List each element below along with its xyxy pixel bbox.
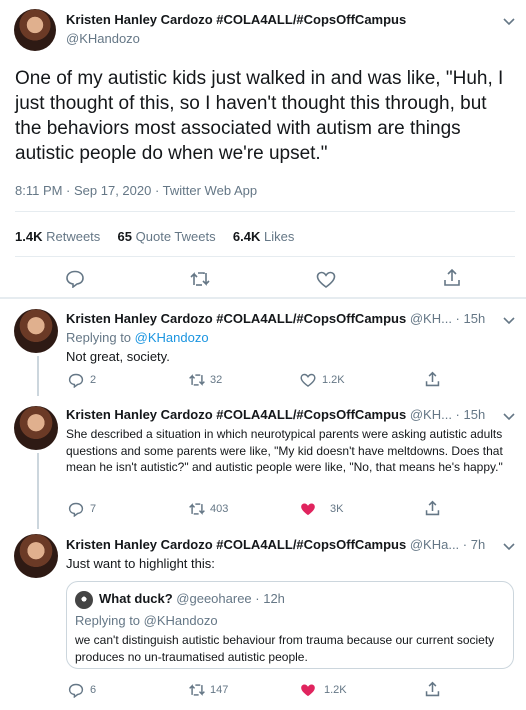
reply-count: 2 xyxy=(90,374,97,386)
divider xyxy=(15,211,515,212)
likes-count: 6.4K xyxy=(232,229,261,244)
handle-time[interactable]: @KH... · 15h xyxy=(410,311,485,326)
reply-count: 7 xyxy=(90,503,97,515)
like-icon-active[interactable] xyxy=(300,502,316,517)
quoted-tweet[interactable]: What duck? @geeoharee · 12h Replying to … xyxy=(66,581,514,669)
reply-icon[interactable] xyxy=(68,373,84,388)
replying-prefix: Replying to xyxy=(66,330,132,345)
quoted-text: we can't distinguish autistic behaviour … xyxy=(75,633,495,664)
reply-text: Not great, society. xyxy=(66,349,170,364)
quotes-stat[interactable]: 65 Quote Tweets xyxy=(118,229,220,244)
like-count: 1.2K xyxy=(322,374,345,386)
retweet-icon[interactable] xyxy=(188,502,206,516)
like-count: 1.2K xyxy=(324,684,347,696)
reply-header: Kristen Hanley Cardozo #COLA4ALL/#CopsOf… xyxy=(66,311,485,326)
reply-count: 6 xyxy=(90,684,97,696)
like-count: 3K xyxy=(330,503,344,515)
handle-time[interactable]: @KHa... · 7h xyxy=(410,537,485,552)
tweet-stats: 1.4K Retweets 65 Quote Tweets 6.4K Likes xyxy=(15,229,294,244)
avatar[interactable] xyxy=(14,309,58,353)
avatar[interactable] xyxy=(14,406,58,450)
thread-line xyxy=(37,453,39,529)
author-name[interactable]: Kristen Hanley Cardozo #COLA4ALL/#CopsOf… xyxy=(66,12,406,27)
reply-icon[interactable] xyxy=(68,683,84,698)
retweet-count: 32 xyxy=(210,374,223,386)
tweet-text: One of my autistic kids just walked in a… xyxy=(15,68,504,164)
author-handle[interactable]: @KHandozo xyxy=(66,31,140,46)
reply-header: Kristen Hanley Cardozo #COLA4ALL/#CopsOf… xyxy=(66,407,485,422)
like-icon[interactable] xyxy=(316,271,336,289)
retweet-icon[interactable] xyxy=(188,683,206,697)
section-divider xyxy=(0,297,526,299)
author-name[interactable]: Kristen Hanley Cardozo #COLA4ALL/#CopsOf… xyxy=(66,311,406,326)
retweet-icon[interactable] xyxy=(189,271,211,287)
quotes-label: Quote Tweets xyxy=(135,229,216,244)
quoted-header: What duck? @geeoharee · 12h xyxy=(99,591,285,606)
reply-icon[interactable] xyxy=(65,270,85,288)
reply-icon[interactable] xyxy=(68,502,84,517)
like-icon[interactable] xyxy=(300,373,316,388)
quoted-avatar xyxy=(75,591,93,609)
author-name[interactable]: Kristen Hanley Cardozo #COLA4ALL/#CopsOf… xyxy=(66,537,406,552)
share-icon[interactable] xyxy=(424,371,441,388)
retweet-count: 147 xyxy=(210,684,229,696)
avatar[interactable] xyxy=(14,9,56,51)
replying-handle: @KHandozo xyxy=(143,613,218,628)
reply-header: Kristen Hanley Cardozo #COLA4ALL/#CopsOf… xyxy=(66,537,485,552)
like-icon-active[interactable] xyxy=(300,683,316,698)
author-name[interactable]: Kristen Hanley Cardozo #COLA4ALL/#CopsOf… xyxy=(66,407,406,422)
share-icon[interactable] xyxy=(424,500,441,517)
likes-stat[interactable]: 6.4K Likes xyxy=(233,229,294,244)
quotes-count: 65 xyxy=(117,229,133,244)
quoted-replying-to: Replying to @KHandozo xyxy=(75,613,218,628)
quoted-author-name: What duck? xyxy=(99,591,173,606)
divider xyxy=(15,256,515,257)
chevron-down-icon[interactable] xyxy=(502,539,516,551)
chevron-down-icon[interactable] xyxy=(502,313,516,325)
tweet-timestamp[interactable]: 8:11 PM · Sep 17, 2020 · Twitter Web App xyxy=(15,183,257,198)
replying-prefix: Replying to xyxy=(75,613,141,628)
thread-line xyxy=(37,356,39,396)
retweets-stat[interactable]: 1.4K Retweets xyxy=(15,229,104,244)
retweet-count: 403 xyxy=(210,503,229,515)
share-icon[interactable] xyxy=(424,681,441,698)
likes-label: Likes xyxy=(263,229,295,244)
retweet-icon[interactable] xyxy=(188,373,206,387)
retweets-count: 1.4K xyxy=(15,229,43,244)
chevron-down-icon[interactable] xyxy=(502,409,516,421)
chevron-down-icon[interactable] xyxy=(502,14,516,26)
retweets-label: Retweets xyxy=(46,229,101,244)
reply-text: She described a situation in which neuro… xyxy=(66,427,503,474)
replying-handle[interactable]: @KHandozo xyxy=(135,330,209,345)
replying-to: Replying to @KHandozo xyxy=(66,330,209,345)
reply-text: Just want to highlight this: xyxy=(66,556,215,571)
handle-time[interactable]: @KH... · 15h xyxy=(410,407,485,422)
quoted-handle-time: @geeoharee · 12h xyxy=(176,591,285,606)
avatar[interactable] xyxy=(14,534,58,578)
share-icon[interactable] xyxy=(442,268,462,288)
